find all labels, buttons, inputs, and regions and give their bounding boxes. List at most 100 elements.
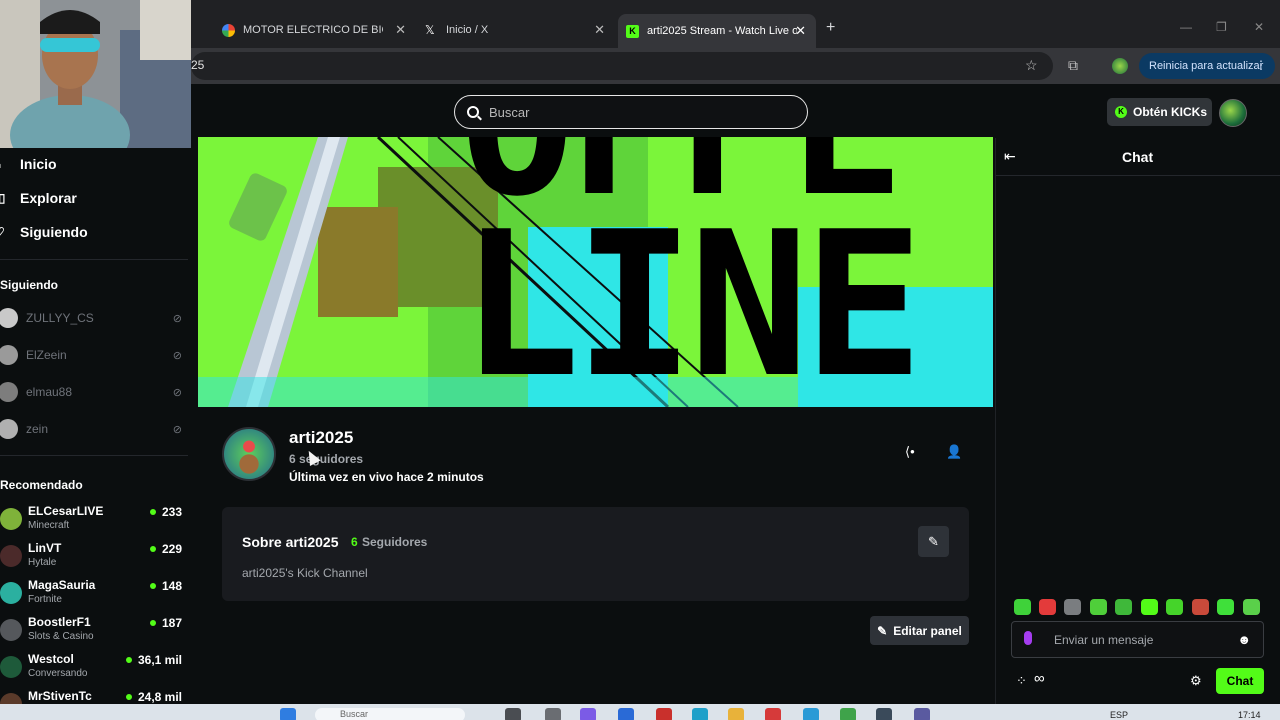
following-item[interactable]: elmau88 ⊘ [0, 380, 188, 404]
user-avatar[interactable] [1219, 99, 1247, 127]
emote-icon[interactable] [1115, 599, 1132, 615]
kick-k-icon: K [626, 24, 639, 38]
offline-icon: ⊘ [172, 423, 182, 436]
recommended-item[interactable]: ELCesarLIVE Minecraft 233 [0, 504, 188, 536]
recommended-category: Slots & Casino [28, 631, 94, 642]
emote-icon[interactable] [1141, 599, 1158, 615]
sidebar-item-siguiendo[interactable]: ♡ Siguiendo [0, 221, 88, 243]
windows-taskbar: Buscar ESP 17:14 [0, 704, 1280, 720]
share-icon[interactable]: ⟨• [905, 444, 915, 460]
browser-toolbar: 25 ☆ ⧉ Reinicia para actualizar ⋮ [0, 48, 1280, 84]
tab-title: arti2025 Stream - Watch Live o [647, 25, 797, 37]
taskbar-app-icon[interactable] [914, 708, 930, 720]
taskbar-search[interactable] [315, 708, 465, 720]
chat-send-button[interactable]: Chat [1216, 668, 1264, 694]
kick-points-icon[interactable]: ⁘ [1016, 673, 1027, 689]
tab-title: Inicio / X [446, 24, 489, 36]
update-browser-button[interactable]: Reinicia para actualizar ⋮ [1139, 53, 1275, 79]
viewer-count-value: 24,8 mil [137, 690, 182, 704]
live-dot-icon [125, 694, 132, 700]
edit-panel-label: Editar panel [893, 623, 962, 638]
emote-icon[interactable] [1217, 599, 1234, 615]
close-icon[interactable]: ✕ [795, 23, 806, 39]
following-name: ElZeein [26, 348, 67, 362]
following-heading: Siguiendo [0, 278, 58, 292]
recommended-item[interactable]: Westcol Conversando 36,1 mil [0, 652, 188, 684]
tab-motor-electrico[interactable]: MOTOR ELECTRICO DE BICICLE ✕ [222, 16, 412, 44]
profile-avatar-icon[interactable] [1112, 58, 1128, 74]
get-kicks-label: Obtén KICKs [1133, 105, 1208, 119]
edit-panel-button[interactable]: ✎ Editar panel [870, 616, 969, 645]
viewer-count-value: 229 [161, 542, 182, 556]
taskbar-app-icon[interactable] [728, 708, 744, 720]
address-bar[interactable]: 25 [191, 52, 1053, 80]
following-item[interactable]: ZULLYY_CS ⊘ [0, 306, 188, 330]
close-icon[interactable]: ✕ [395, 22, 406, 38]
keyboard-language[interactable]: ESP [1110, 710, 1128, 720]
avatar [0, 382, 18, 402]
settings-gear-icon[interactable]: ⚙ [1190, 673, 1202, 689]
taskbar-app-icon[interactable] [545, 708, 561, 720]
emote-icon[interactable] [1064, 599, 1081, 615]
new-tab-icon[interactable]: + [826, 19, 835, 37]
taskbar-app-icon[interactable] [656, 708, 672, 720]
windows-start-icon[interactable] [280, 708, 296, 720]
taskbar-app-icon[interactable] [803, 708, 819, 720]
maximize-icon[interactable]: ❐ [1216, 20, 1227, 34]
following-name: zein [26, 422, 49, 436]
taskbar-app-icon[interactable] [618, 708, 634, 720]
viewer-count: 148 [149, 579, 182, 593]
emote-icon[interactable] [1166, 599, 1183, 615]
taskbar-app-icon[interactable] [840, 708, 856, 720]
chat-input-placeholder: Enviar un mensaje [1054, 633, 1154, 647]
taskbar-app-icon[interactable] [580, 708, 596, 720]
collapse-chat-icon[interactable]: ⇤ [1004, 148, 1016, 165]
search-input[interactable]: Buscar [454, 95, 808, 129]
following-item[interactable]: ElZeein ⊘ [0, 343, 188, 367]
channel-name: arti2025 [289, 428, 354, 447]
emote-icon[interactable] [1243, 599, 1260, 615]
minimize-icon[interactable]: — [1180, 20, 1192, 34]
taskbar-app-icon[interactable] [765, 708, 781, 720]
live-dot-icon [125, 657, 132, 663]
channel-avatar[interactable] [222, 427, 276, 481]
emote-icon[interactable] [1192, 599, 1209, 615]
about-followers-count: 6 [351, 535, 358, 549]
offline-banner: OFFL LINE [198, 137, 993, 407]
get-kicks-button[interactable]: K Obtén KICKs [1107, 98, 1212, 126]
tab-arti2025-stream[interactable]: K arti2025 Stream - Watch Live o ✕ [618, 14, 816, 48]
infinity-icon[interactable]: ∞ [1034, 670, 1045, 687]
chat-title: Chat [1122, 149, 1154, 165]
follow-user-icon[interactable]: 👤 [946, 444, 962, 460]
bookmark-star-icon[interactable]: ☆ [1025, 57, 1038, 74]
recommended-name: BoostlerF1 [28, 615, 91, 629]
extensions-icon[interactable]: ⧉ [1068, 57, 1078, 74]
taskbar-app-icon[interactable] [692, 708, 708, 720]
edit-about-button[interactable]: ✎ [918, 526, 949, 557]
webcam-overlay [0, 0, 191, 148]
recommended-name: LinVT [28, 541, 62, 555]
close-icon[interactable]: ✕ [594, 22, 605, 38]
tab-inicio-x[interactable]: 𝕏 Inicio / X ✕ [425, 16, 611, 44]
emote-icon[interactable] [1014, 599, 1031, 615]
recommended-item[interactable]: MagaSauria Fortnite 148 [0, 578, 188, 610]
sidebar-item-explorar[interactable]: ◫ Explorar [0, 187, 77, 209]
taskbar-app-icon[interactable] [876, 708, 892, 720]
chat-message-input[interactable]: Enviar un mensaje ☻ [1011, 621, 1264, 658]
emoji-icon[interactable]: ☻ [1237, 632, 1251, 647]
recommended-name: MagaSauria [28, 578, 96, 592]
recommended-item[interactable]: LinVT Hytale 229 [0, 541, 188, 573]
menu-dots-icon[interactable]: ⋮ [1255, 58, 1267, 72]
taskbar-app-icon[interactable] [505, 708, 521, 720]
avatar [0, 308, 18, 328]
emote-icon[interactable] [1090, 599, 1107, 615]
microphone-icon[interactable] [1024, 631, 1032, 645]
sidebar-item-inicio[interactable]: ⌂ Inicio [0, 153, 57, 175]
taskbar-clock[interactable]: 17:14 [1238, 710, 1261, 720]
emote-icon[interactable] [1039, 599, 1056, 615]
about-description: arti2025's Kick Channel [242, 566, 368, 580]
following-item[interactable]: zein ⊘ [0, 417, 188, 441]
recommended-item[interactable]: BoostlerF1 Slots & Casino 187 [0, 615, 188, 647]
window-close-icon[interactable]: ✕ [1254, 20, 1264, 34]
recommended-heading: Recomendado [0, 478, 83, 492]
